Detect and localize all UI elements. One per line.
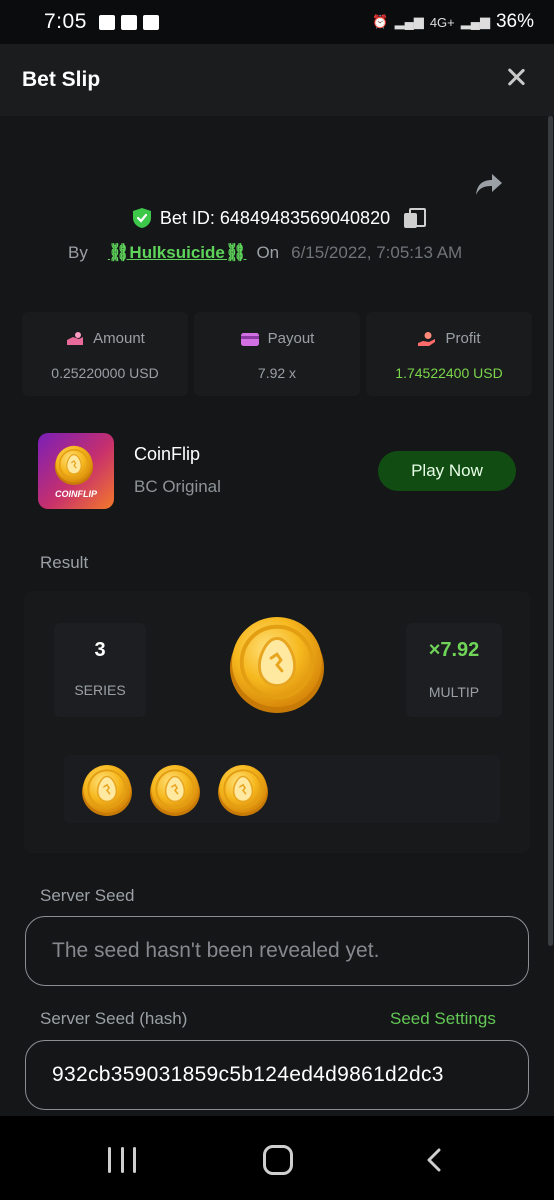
- card-icon: [240, 332, 259, 346]
- bet-date: 6/15/2022, 7:05:13 AM: [291, 243, 463, 262]
- signal-icon-2: ▂▄▆: [460, 14, 490, 29]
- home-icon[interactable]: [263, 1145, 293, 1175]
- amount-value: 0.25220000 USD: [51, 365, 159, 381]
- by-label: By: [68, 243, 88, 262]
- share-icon[interactable]: [474, 170, 504, 198]
- hand-coin-icon: [418, 331, 436, 346]
- flip-history: [64, 755, 500, 823]
- game-provider: BC Original: [134, 477, 221, 496]
- youtube-icon: [120, 14, 137, 30]
- seed-settings-link[interactable]: Seed Settings: [390, 1009, 496, 1029]
- username-link[interactable]: ⛓Hulksuicide⛓: [108, 243, 247, 263]
- history-coin-icon: [149, 764, 201, 816]
- coin-icon: [54, 445, 94, 485]
- game-thumbnail[interactable]: COINFLIP: [38, 433, 114, 509]
- multiplier-box: ×7.92 MULTIP: [406, 623, 502, 717]
- payout-label: Payout: [267, 330, 315, 347]
- payout-value: 7.92 x: [257, 365, 297, 381]
- status-time: 7:05: [44, 10, 87, 33]
- server-seed-hash-label: Server Seed (hash): [40, 1009, 188, 1028]
- game-name: CoinFlip: [134, 444, 201, 464]
- modal-header: Bet Slip: [0, 44, 554, 116]
- verified-shield-icon: [132, 208, 151, 228]
- profit-value: 1.74522400 USD: [395, 365, 503, 381]
- on-label: On: [256, 243, 280, 262]
- bet-author-row: By ⛓Hulksuicide⛓ On 6/15/2022, 7:05:13 A…: [68, 243, 462, 263]
- server-seed-hash-field[interactable]: 932cb359031859c5b124ed4d9861d2dc3: [25, 1040, 529, 1110]
- network-type: 4G+: [429, 14, 455, 30]
- series-box: 3 SERIES: [54, 623, 146, 717]
- result-coin-icon: [228, 613, 326, 715]
- multiplier-value: ×7.92: [428, 639, 480, 661]
- recent-apps-icon[interactable]: [108, 1147, 136, 1173]
- signal-icon: ▂▄▆: [394, 14, 424, 29]
- copy-icon[interactable]: [404, 208, 427, 228]
- notification-icons: [98, 14, 159, 30]
- stat-profit: Profit 1.74522400 USD: [366, 312, 532, 396]
- scrollbar[interactable]: [548, 116, 553, 946]
- profit-label: Profit: [445, 330, 481, 347]
- amount-icon: [67, 331, 84, 345]
- alarm-icon: ⏰: [372, 14, 389, 29]
- back-icon[interactable]: [424, 1148, 444, 1172]
- play-now-button[interactable]: Play Now: [378, 451, 516, 491]
- system-nav-bar: [0, 1116, 554, 1200]
- checkbox-icon: [142, 14, 159, 30]
- battery-percent: 36%: [495, 11, 534, 32]
- multiplier-label: MULTIP: [428, 684, 480, 700]
- history-coin-icon: [81, 764, 133, 816]
- result-panel: 3 SERIES ×7.92 MULTIP: [24, 591, 530, 853]
- bet-stats: Amount 0.25220000 USD Payout 7.92 x Prof…: [22, 312, 532, 396]
- close-icon[interactable]: [502, 64, 530, 92]
- stat-payout: Payout 7.92 x: [194, 312, 360, 396]
- bet-slip-modal: Bet Slip Bet ID: 64849483569040820 By ⛓H…: [0, 44, 554, 1116]
- gallery-icon: [98, 14, 115, 30]
- result-label: Result: [40, 553, 89, 572]
- modal-title: Bet Slip: [22, 68, 101, 91]
- series-label: SERIES: [74, 682, 126, 698]
- server-seed-label: Server Seed: [40, 886, 135, 905]
- server-seed-field[interactable]: The seed hasn't been revealed yet.: [25, 916, 529, 986]
- game-thumb-tag: COINFLIP: [55, 489, 97, 499]
- bet-id: Bet ID: 64849483569040820: [159, 207, 391, 228]
- history-coin-icon: [217, 764, 269, 816]
- bet-id-row: Bet ID: 64849483569040820: [0, 207, 554, 229]
- series-value: 3: [94, 639, 106, 661]
- stat-amount: Amount 0.25220000 USD: [22, 312, 188, 396]
- amount-label: Amount: [93, 330, 145, 347]
- status-bar: 7:05 ⏰ ▂▄▆ 4G+ ▂▄▆ 36%: [0, 0, 554, 44]
